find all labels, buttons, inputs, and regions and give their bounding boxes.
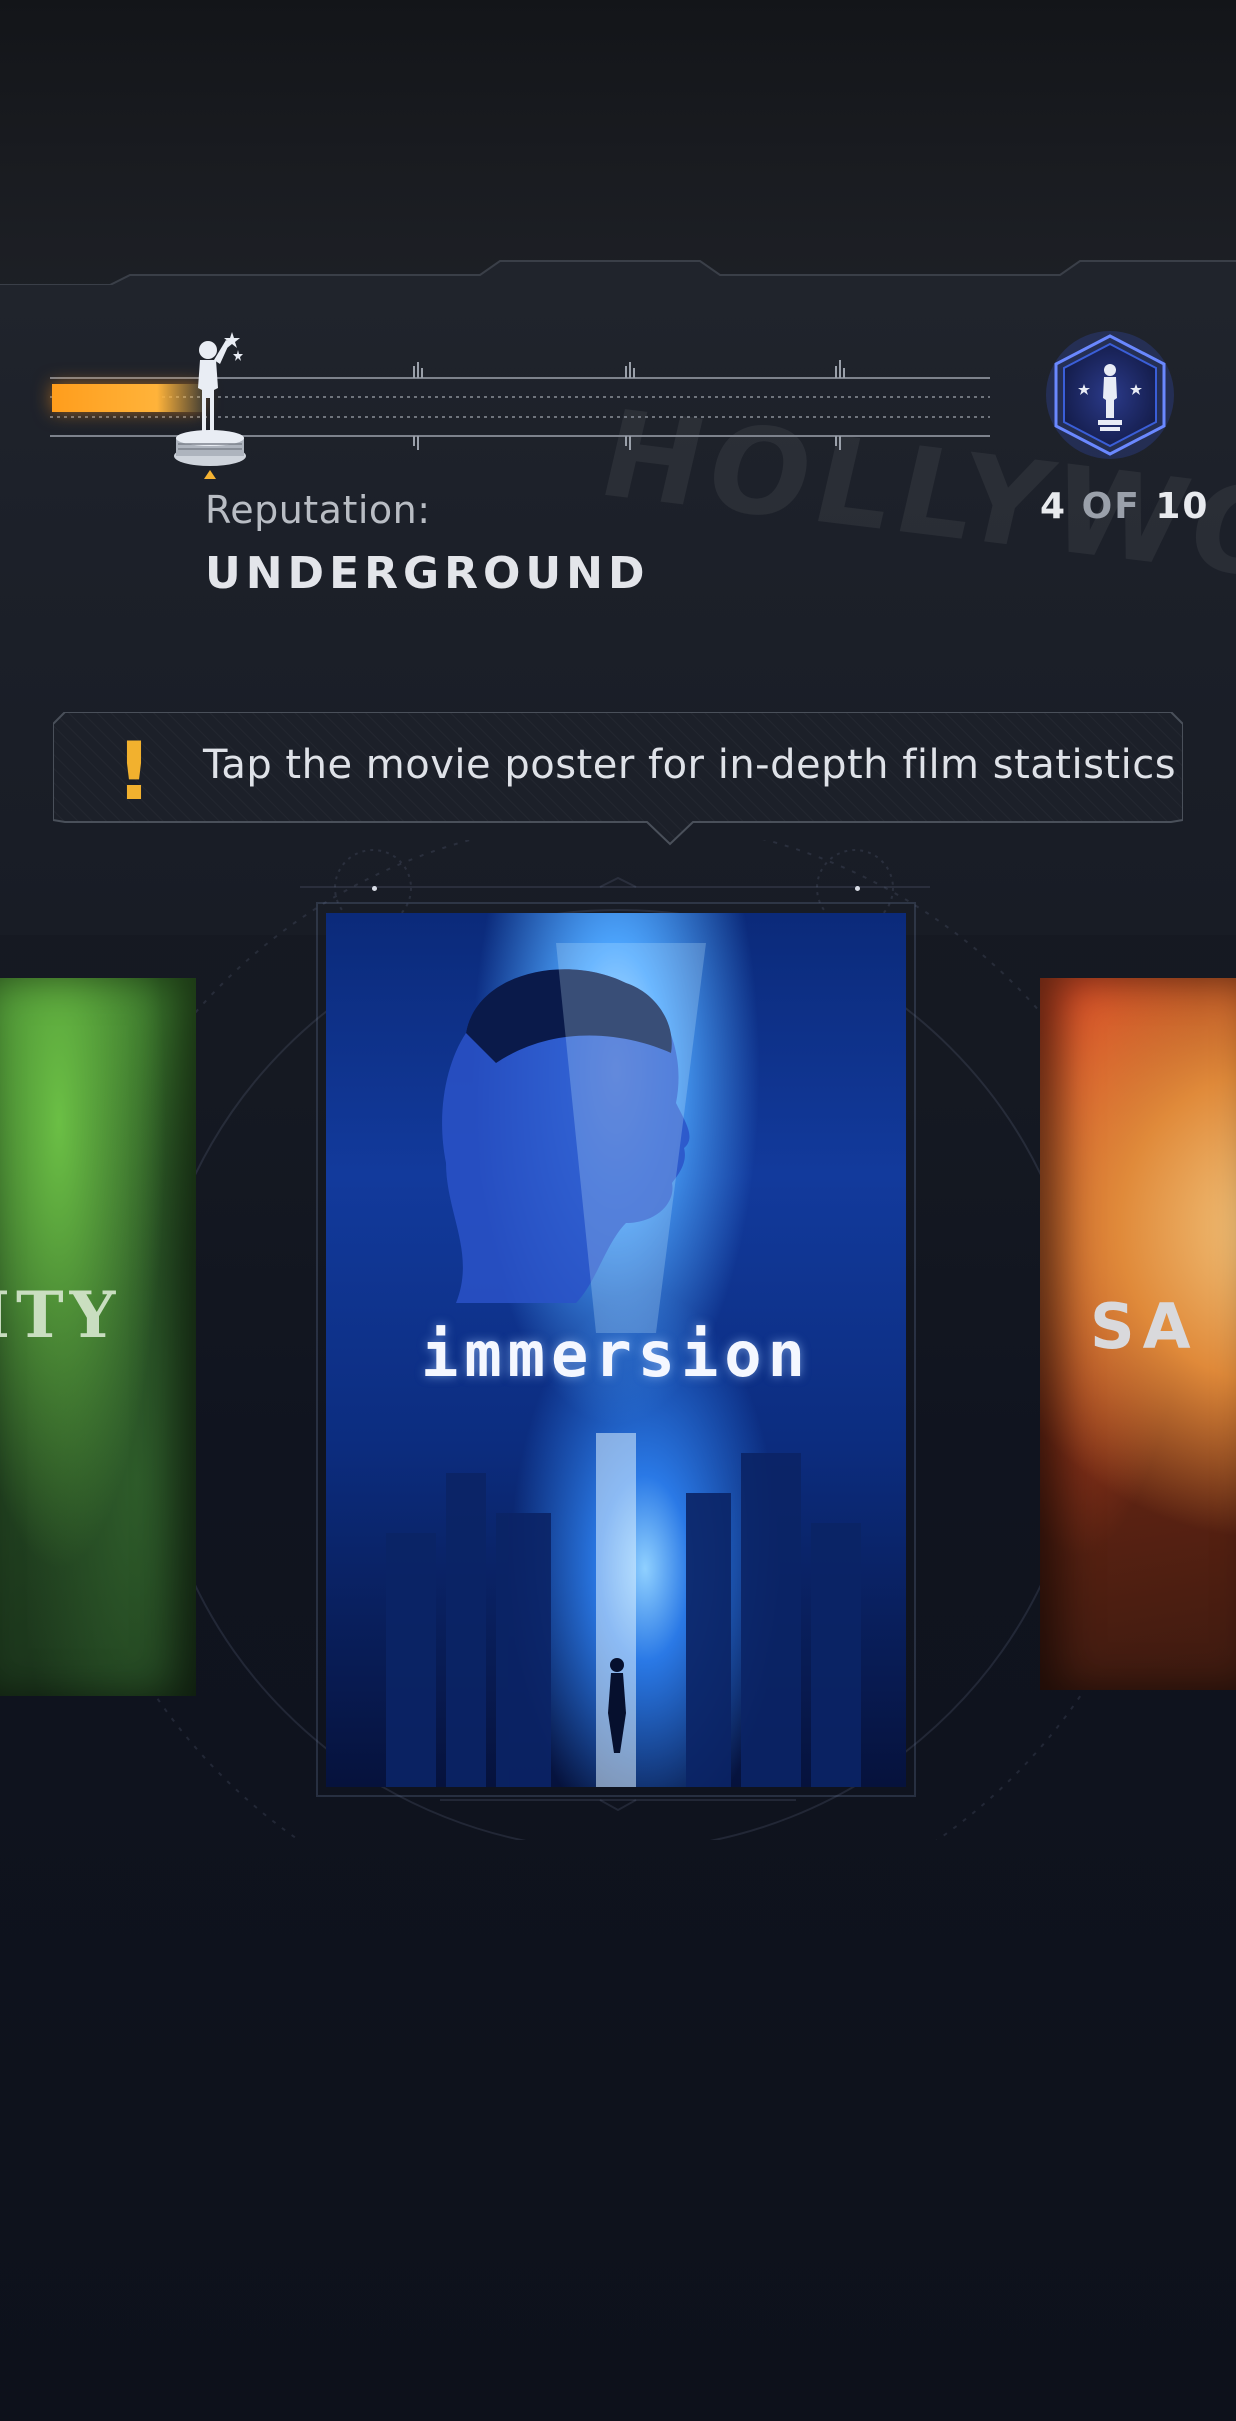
rank-total: 10 [1155,486,1210,527]
poster-right[interactable]: SA [1040,978,1236,1690]
exclamation-icon: ! [115,725,153,818]
progress-marker-caret [204,470,216,479]
frame-dot-left [372,886,377,891]
rank-separator: OF [1081,486,1141,527]
rank-counter: 4 OF 10 [1040,486,1207,527]
reputation-label: Reputation: [205,488,431,532]
rank-current: 4 [1040,486,1068,527]
tip-text: Tap the movie poster for in-depth film s… [203,742,1177,788]
oscar-statue-icon [174,332,246,466]
poster-right-title: SA [1090,1290,1199,1363]
oscar-badge-icon[interactable] [1040,330,1180,460]
frame-dot-right [855,886,860,891]
game-screen: HOLLYWOOD Reputation: UNDERGROUND 4 OF 1… [0,0,1236,2421]
poster-left[interactable]: ITY [0,978,196,1696]
poster-left-title: ITY [0,1278,122,1353]
poster-center-title: immersion [421,1318,811,1391]
reputation-value: UNDERGROUND [205,548,650,599]
